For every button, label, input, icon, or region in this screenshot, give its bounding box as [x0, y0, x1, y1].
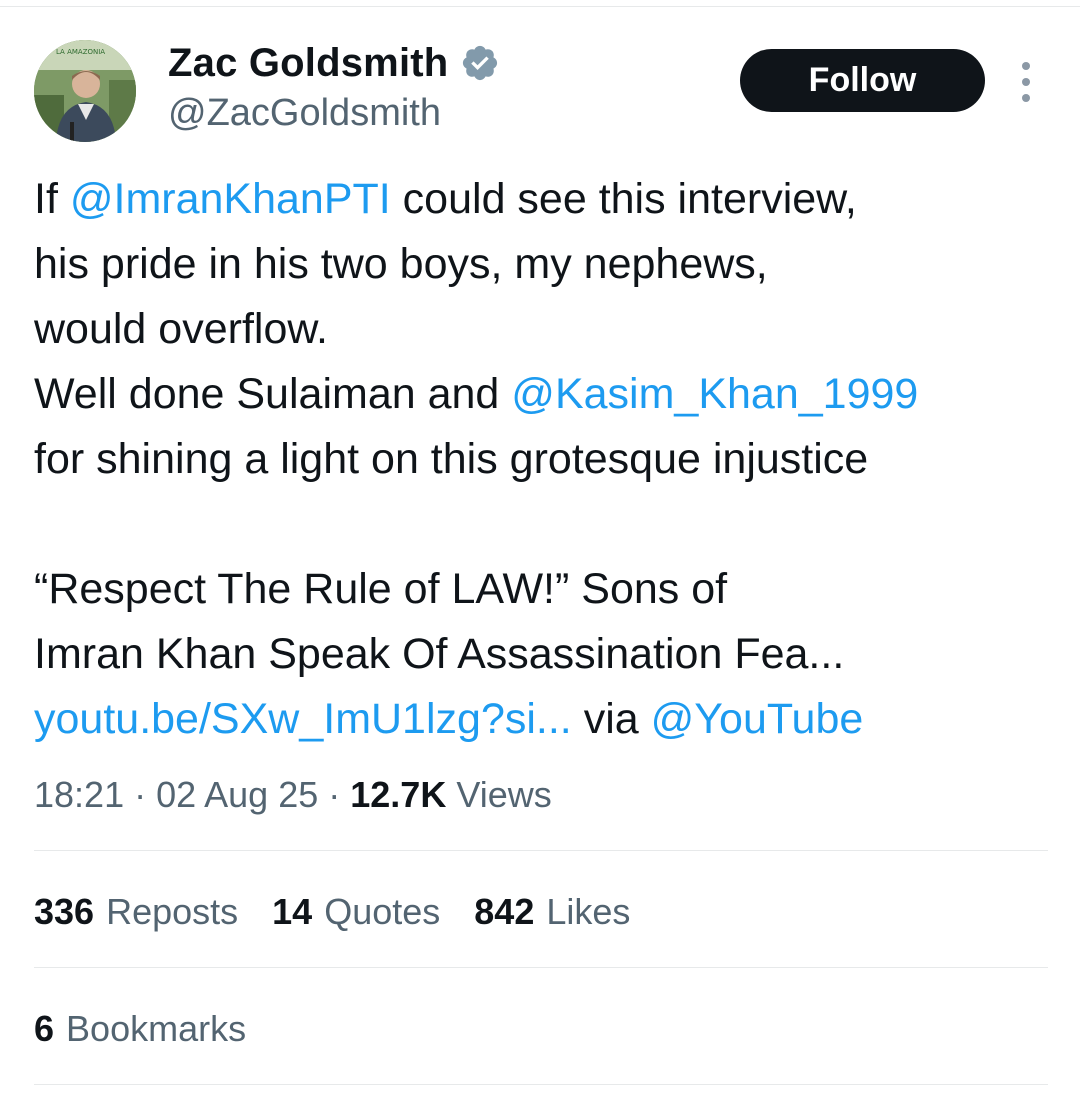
tweet-header: LA AMAZONIA Zac Goldsmith @ZacGoldsmith …: [0, 0, 1080, 160]
follow-button[interactable]: Follow: [740, 49, 985, 112]
tweet-text-segment: If: [34, 175, 70, 223]
views-count: 12.7K: [350, 774, 447, 815]
tweet-line: would overflow.: [34, 305, 328, 353]
likes-stat[interactable]: 842 Likes: [474, 884, 630, 940]
avatar[interactable]: LA AMAZONIA: [34, 40, 136, 142]
display-name-row: Zac Goldsmith: [168, 38, 500, 88]
author-handle[interactable]: @ZacGoldsmith: [168, 92, 500, 135]
tweet-text-segment: could see this interview,: [390, 175, 857, 223]
likes-count: 842: [474, 891, 535, 932]
more-dot: [1022, 94, 1030, 102]
avatar-image: LA AMAZONIA: [34, 40, 136, 142]
divider: [34, 850, 1048, 851]
quotes-stat[interactable]: 14 Quotes: [272, 884, 440, 940]
tweet-text-segment: via: [571, 695, 651, 743]
tweet-line: If @ImranKhanPTI could see this intervie…: [34, 167, 1054, 232]
meta-separator: ·: [124, 774, 157, 815]
reposts-stat[interactable]: 336 Reposts: [34, 884, 238, 940]
tweet-line: youtu.be/SXw_ImU1lzg?si... via @YouTube: [34, 687, 1054, 752]
tweet-line: his pride in his two boys, my nephews,: [34, 240, 768, 288]
author-block: Zac Goldsmith @ZacGoldsmith: [168, 38, 500, 135]
tweet-text-segment: Well done Sulaiman and: [34, 370, 512, 418]
reposts-count: 336: [34, 891, 95, 932]
divider: [34, 1084, 1048, 1085]
tweet-line: Well done Sulaiman and @Kasim_Khan_1999: [34, 362, 1054, 427]
likes-label: Likes: [546, 891, 631, 932]
meta-separator: ·: [318, 774, 351, 815]
verified-badge-icon[interactable]: [460, 43, 500, 83]
tweet-line: “Respect The Rule of LAW!” Sons of: [34, 565, 728, 613]
bookmarks-label: Bookmarks: [66, 1008, 247, 1049]
bookmarks-stat[interactable]: 6 Bookmarks: [34, 1001, 246, 1057]
youtube-link[interactable]: youtu.be/SXw_ImU1lzg?si...: [34, 695, 572, 743]
divider: [34, 967, 1048, 968]
more-dot: [1022, 62, 1030, 70]
mention-imrankhanpti[interactable]: @ImranKhanPTI: [70, 175, 391, 223]
tweet-line: Imran Khan Speak Of Assassination Fea...: [34, 630, 845, 678]
more-options-icon[interactable]: [1012, 62, 1040, 102]
views-label: Views: [446, 774, 552, 815]
tweet-line: for shining a light on this grotesque in…: [34, 435, 869, 483]
more-dot: [1022, 78, 1030, 86]
mention-youtube[interactable]: @YouTube: [651, 695, 864, 743]
quotes-count: 14: [272, 891, 313, 932]
tweet-date[interactable]: 02 Aug 25: [156, 774, 318, 815]
avatar-caption: LA AMAZONIA: [56, 48, 105, 56]
tweet-time[interactable]: 18:21: [34, 774, 124, 815]
tweet-meta: 18:21 · 02 Aug 25 · 12.7K Views: [34, 767, 552, 823]
author-display-name[interactable]: Zac Goldsmith: [168, 41, 448, 86]
engagement-stats: 336 Reposts 14 Quotes 842 Likes: [34, 884, 664, 940]
bookmarks-count: 6: [34, 1008, 55, 1049]
reposts-label: Reposts: [106, 891, 239, 932]
tweet-text: If @ImranKhanPTI could see this intervie…: [34, 167, 1054, 752]
mention-kasim-khan-1999[interactable]: @Kasim_Khan_1999: [511, 370, 918, 418]
quotes-label: Quotes: [324, 891, 441, 932]
